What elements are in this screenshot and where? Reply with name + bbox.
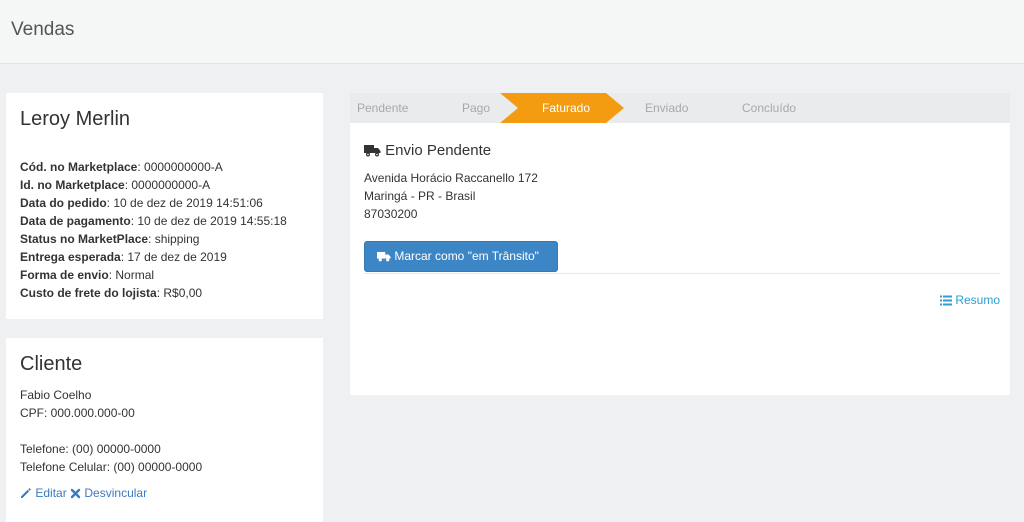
list-icon (939, 295, 952, 306)
unlink-client-label: Desvincular (84, 486, 148, 500)
info-label: Data de pagamento (20, 214, 131, 228)
info-label: Data do pedido (20, 196, 107, 210)
info-value: : 0000000000-A (124, 178, 211, 192)
truck-icon (377, 251, 391, 262)
info-row-expected-delivery: Entrega esperada: 17 de dez de 2019 (20, 248, 287, 266)
address-line-2: Maringá - PR - Brasil (364, 189, 476, 203)
client-title: Cliente (20, 353, 83, 375)
client-phone: Telefone: (00) 00000-0000 (20, 442, 161, 456)
step-pendente[interactable]: Pendente (357, 93, 408, 123)
info-row-marketplace-status: Status no MarketPlace: shipping (20, 230, 287, 248)
info-value: : 0000000000-A (137, 160, 223, 174)
info-value: : 10 de dez de 2019 14:51:06 (106, 196, 263, 210)
edit-client-label: Editar (35, 486, 67, 500)
info-row-shipping-cost: Custo de frete do lojista: R$0,00 (20, 284, 287, 302)
order-progress-steps: Pendente Pago Faturado Enviado Concluído (350, 93, 1010, 123)
summary-label: Resumo (955, 293, 1000, 307)
store-title: Leroy Merlin (20, 108, 131, 130)
info-row-marketplace-id: Id. no Marketplace: 0000000000-A (20, 176, 287, 194)
info-row-order-date: Data do pedido: 10 de dez de 2019 14:51:… (20, 194, 287, 212)
client-name: Fabio Coelho (20, 388, 92, 402)
info-row-payment-date: Data de pagamento: 10 de dez de 2019 14:… (20, 212, 287, 230)
client-mobile: Telefone Celular: (00) 00000-0000 (20, 460, 203, 474)
mark-in-transit-button[interactable]: Marcar como "em Trânsito" (364, 241, 558, 272)
page-title: Vendas (11, 19, 75, 40)
store-info-list: Cód. no Marketplace: 0000000000-A Id. no… (20, 158, 287, 302)
client-cpf: CPF: 000.000.000-00 (20, 406, 135, 420)
mark-in-transit-label: Marcar como "em Trânsito" (394, 249, 539, 263)
client-actions: Editar Desvincular (20, 486, 147, 500)
page-header: Vendas (0, 0, 1024, 64)
info-value: : Normal (108, 268, 155, 282)
shipping-status-label: Envio Pendente (385, 142, 492, 159)
store-info-panel: Leroy Merlin Cód. no Marketplace: 000000… (6, 93, 323, 319)
info-value: : 17 de dez de 2019 (120, 250, 227, 264)
pencil-icon (21, 488, 31, 498)
info-label: Custo de frete do lojista (20, 286, 157, 300)
info-value: : shipping (148, 232, 200, 246)
unlink-client-link[interactable]: Desvincular (70, 486, 147, 500)
step-concluido[interactable]: Concluído (742, 93, 796, 123)
info-label: Status no MarketPlace (20, 232, 149, 246)
order-status-card: Pendente Pago Faturado Enviado Concluído… (350, 93, 1010, 395)
info-label: Cód. no Marketplace (20, 160, 138, 174)
client-details: Fabio Coelho CPF: 000.000.000-00 Telefon… (20, 386, 202, 476)
edit-client-link[interactable]: Editar (20, 486, 70, 500)
info-label: Id. no Marketplace (20, 178, 125, 192)
summary-link[interactable]: Resumo (939, 293, 1000, 307)
truck-icon (364, 145, 381, 157)
step-faturado[interactable]: Faturado (542, 93, 590, 123)
info-row-shipping-method: Forma de envio: Normal (20, 266, 287, 284)
step-pago[interactable]: Pago (462, 93, 490, 123)
info-label: Forma de envio (20, 268, 109, 282)
info-value: : R$0,00 (156, 286, 203, 300)
info-row-marketplace-code: Cód. no Marketplace: 0000000000-A (20, 158, 287, 176)
divider (364, 273, 1000, 274)
shipping-address: Avenida Horácio Raccanello 172 Maringá -… (364, 169, 538, 223)
address-postal-code: 87030200 (364, 207, 418, 221)
step-enviado[interactable]: Enviado (645, 93, 688, 123)
info-label: Entrega esperada (20, 250, 121, 264)
info-value: : 10 de dez de 2019 14:55:18 (130, 214, 287, 228)
client-panel: Cliente Fabio Coelho CPF: 000.000.000-00… (6, 338, 323, 522)
address-line-1: Avenida Horácio Raccanello 172 (364, 171, 538, 185)
x-icon (70, 488, 81, 499)
shipping-status-title: Envio Pendente (364, 142, 491, 159)
